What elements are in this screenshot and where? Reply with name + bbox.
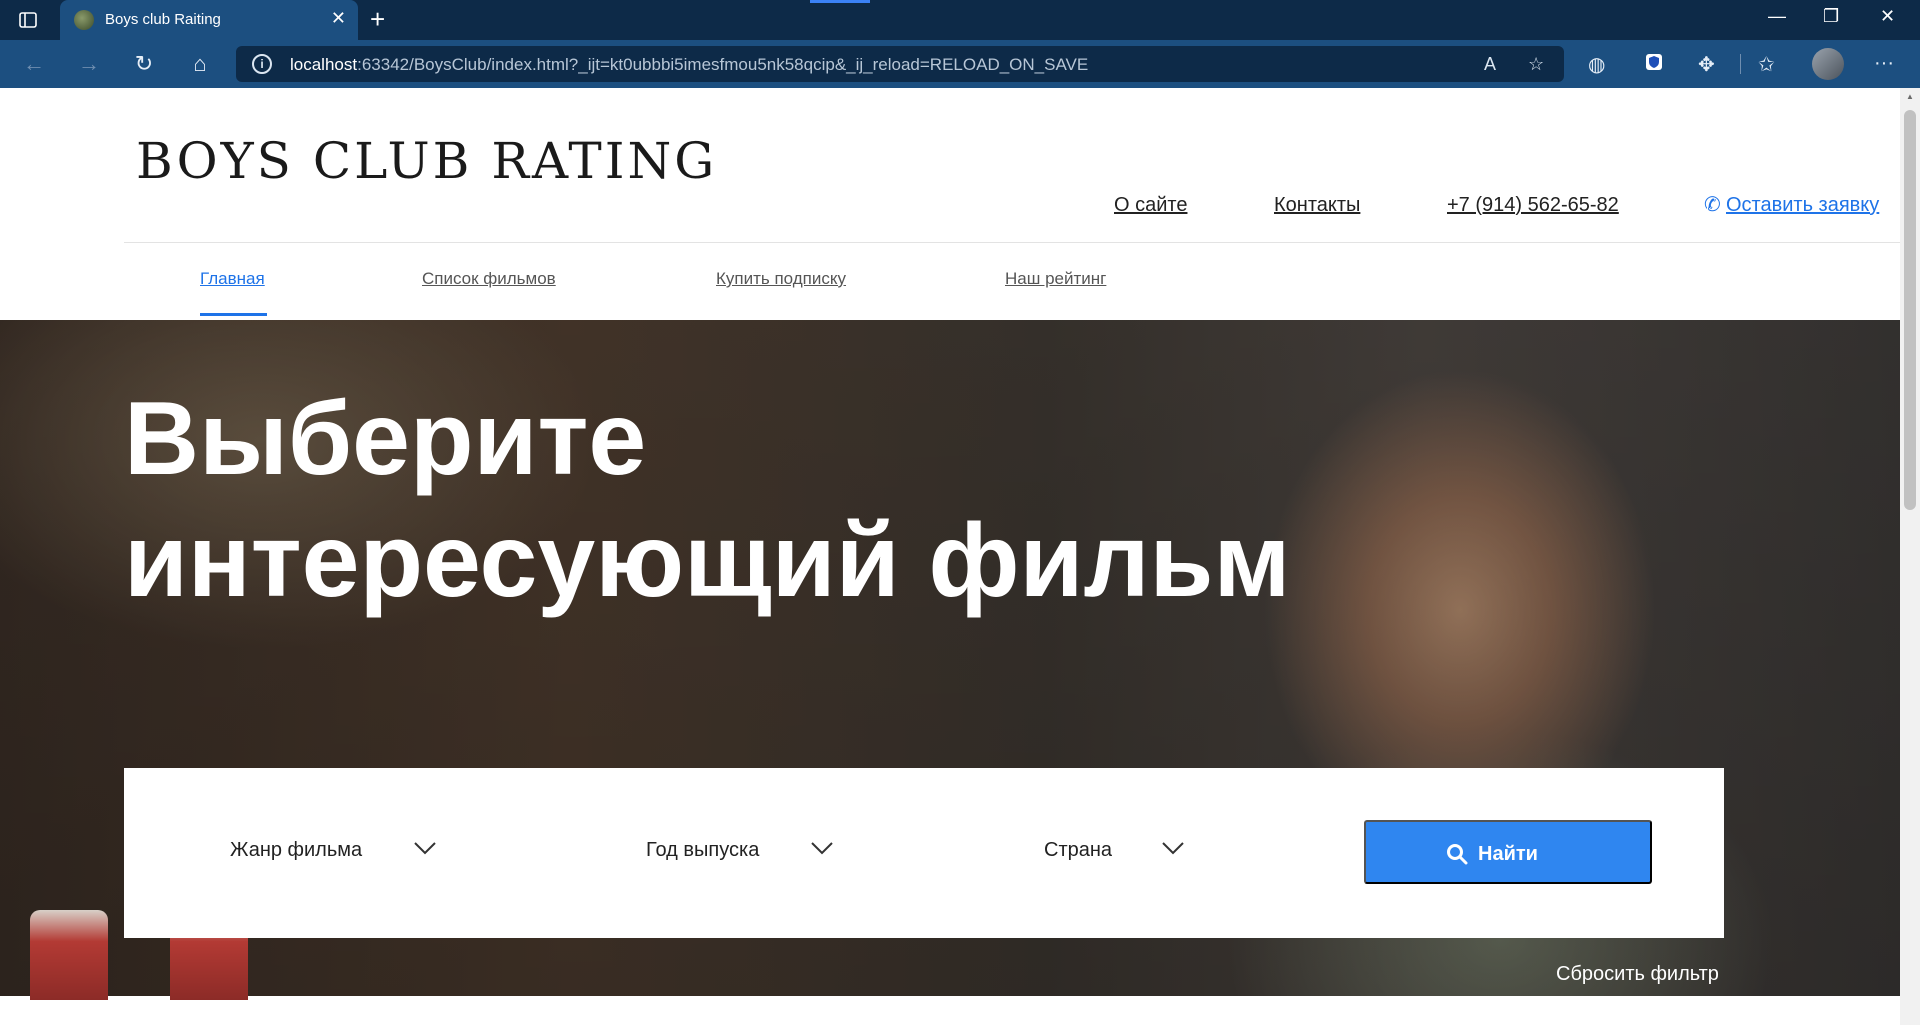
phone-icon: ✆ [1704,194,1721,216]
home-icon[interactable]: ⌂ [186,50,214,78]
forward-arrow-icon[interactable]: → [75,50,103,78]
add-favorite-icon[interactable]: ☆ [1528,54,1544,75]
more-icon[interactable]: ··· [1874,52,1894,75]
search-button[interactable]: Найти [1364,820,1652,884]
tab-indicator [810,0,870,3]
tab-favicon [74,10,94,30]
restore-icon[interactable]: ❐ [1823,6,1839,27]
hero-banner: Выберите интересующий фильм Жанр фильма … [0,320,1900,1000]
menu-item-our-rating[interactable]: Наш рейтинг [1005,269,1106,289]
tab-title: Boys club Raiting [105,11,221,28]
request-callback-link[interactable]: ✆ Оставить заявку [1704,192,1879,217]
phone-link[interactable]: +7 (914) 562-65-82 [1447,194,1619,217]
search-button-label: Найти [1478,843,1538,865]
country-select[interactable]: Страна [1044,839,1112,862]
web-page: BOYS CLUB RATING О сайте Контакты +7 (91… [0,88,1900,1025]
address-bar[interactable]: i localhost:63342/BoysClub/index.html?_i… [236,46,1564,82]
scrollbar[interactable]: ▲ [1900,88,1920,1025]
year-select[interactable]: Год выпуска [646,839,759,862]
menu-item-films-list[interactable]: Список фильмов [422,269,556,289]
close-icon[interactable]: ✕ [331,8,346,29]
menu-item-home[interactable]: Главная [200,269,265,289]
genre-select[interactable]: Жанр фильма [230,839,362,862]
read-aloud-icon[interactable]: A [1484,54,1496,75]
hero-title: Выберите интересующий фильм [124,378,1290,622]
search-icon [1447,844,1468,865]
shield-extension-icon[interactable] [1644,52,1664,78]
url-path: :63342/BoysClub/index.html?_ijt=kt0ubbbi… [357,55,1089,74]
chevron-down-icon[interactable] [1160,838,1186,858]
hero-title-line-1: Выберите [124,381,647,497]
header-divider [124,242,1900,243]
filter-panel: Жанр фильма Год выпуска Страна Найти [124,768,1724,938]
contacts-link[interactable]: Контакты [1274,194,1360,217]
globe-icon[interactable]: ◍ [1588,52,1605,77]
request-callback-label: Оставить заявку [1726,194,1880,216]
puzzle-icon[interactable]: ✥ [1698,52,1715,77]
site-logo[interactable]: BOYS CLUB RATING [136,132,717,190]
favorites-icon[interactable]: ✩ [1758,52,1775,77]
url-host: localhost [290,55,358,74]
chevron-down-icon[interactable] [412,838,438,858]
tab-actions-icon[interactable] [18,10,38,30]
toolbar-separator [1740,54,1741,74]
active-menu-indicator [200,313,267,316]
menu-item-buy-subscription[interactable]: Купить подписку [716,269,846,289]
avatar[interactable] [1812,48,1844,80]
info-icon[interactable]: i [252,54,272,74]
plus-icon[interactable]: + [370,4,385,35]
window-close-icon[interactable]: ✕ [1880,6,1895,27]
browser-tab-bar: Boys club Raiting ✕ + — ❐ ✕ [0,0,1920,40]
reset-filter-link[interactable]: Сбросить фильтр [1556,963,1719,986]
chevron-down-icon[interactable] [809,838,835,858]
browser-tab[interactable]: Boys club Raiting ✕ [60,0,358,40]
scroll-up-icon[interactable]: ▲ [1906,92,1914,101]
scrollbar-thumb[interactable] [1904,110,1916,510]
minimize-icon[interactable]: — [1768,6,1786,27]
back-arrow-icon[interactable]: ← [20,50,48,78]
refresh-icon[interactable]: ↻ [130,50,158,78]
about-link[interactable]: О сайте [1114,194,1187,217]
browser-toolbar: ← → ↻ ⌂ i localhost:63342/BoysClub/index… [0,40,1920,88]
hero-title-line-2: интересующий фильм [124,503,1291,619]
url-text[interactable]: localhost:63342/BoysClub/index.html?_ijt… [290,55,1088,75]
